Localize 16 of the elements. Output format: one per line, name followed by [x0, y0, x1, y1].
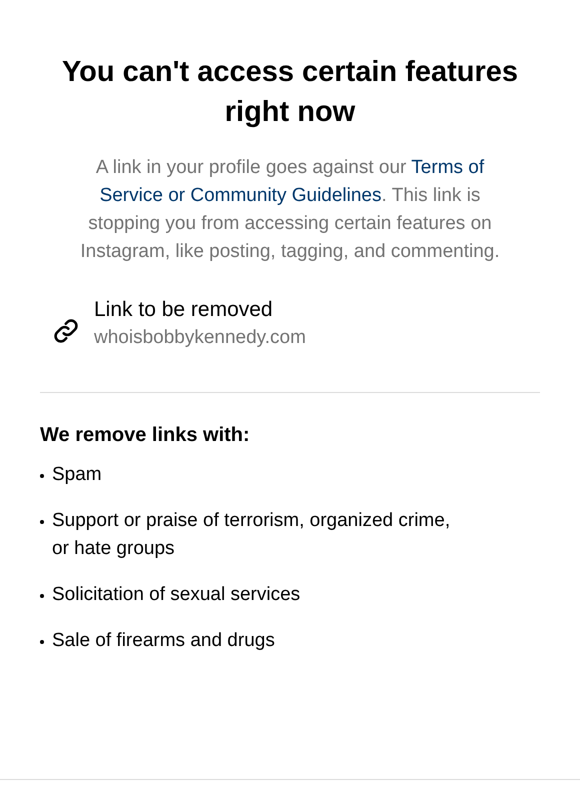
- bullet-icon: [40, 520, 44, 524]
- link-icon: [52, 317, 80, 345]
- page-title: You can't access certain features right now: [60, 55, 520, 130]
- description-text: A link in your profile goes against our Terms of Service or Community Guidelines. This link is stopping you from accessing certain features on Instagram, like posting, tagging, and commenting.: [79, 156, 501, 264]
- reason-text: Solicitation of sexual services: [52, 583, 302, 607]
- bullet-icon: [40, 640, 44, 644]
- terms-link[interactable]: Service or Community Guidelines: [100, 185, 382, 206]
- reason-text: Sale of firearms and drugs: [52, 629, 276, 653]
- section-heading: We remove links with:: [40, 423, 251, 448]
- bullet-icon: [40, 474, 44, 478]
- link-label: Link to be removed: [94, 297, 274, 323]
- bullet-icon: [40, 594, 44, 598]
- link-url: whoisbobbykennedy.com: [94, 326, 306, 350]
- reason-text: Support or praise of terrorism, organized crime, or hate groups: [52, 509, 452, 561]
- terms-link[interactable]: Terms of: [411, 157, 484, 178]
- reason-text: Spam: [52, 463, 103, 487]
